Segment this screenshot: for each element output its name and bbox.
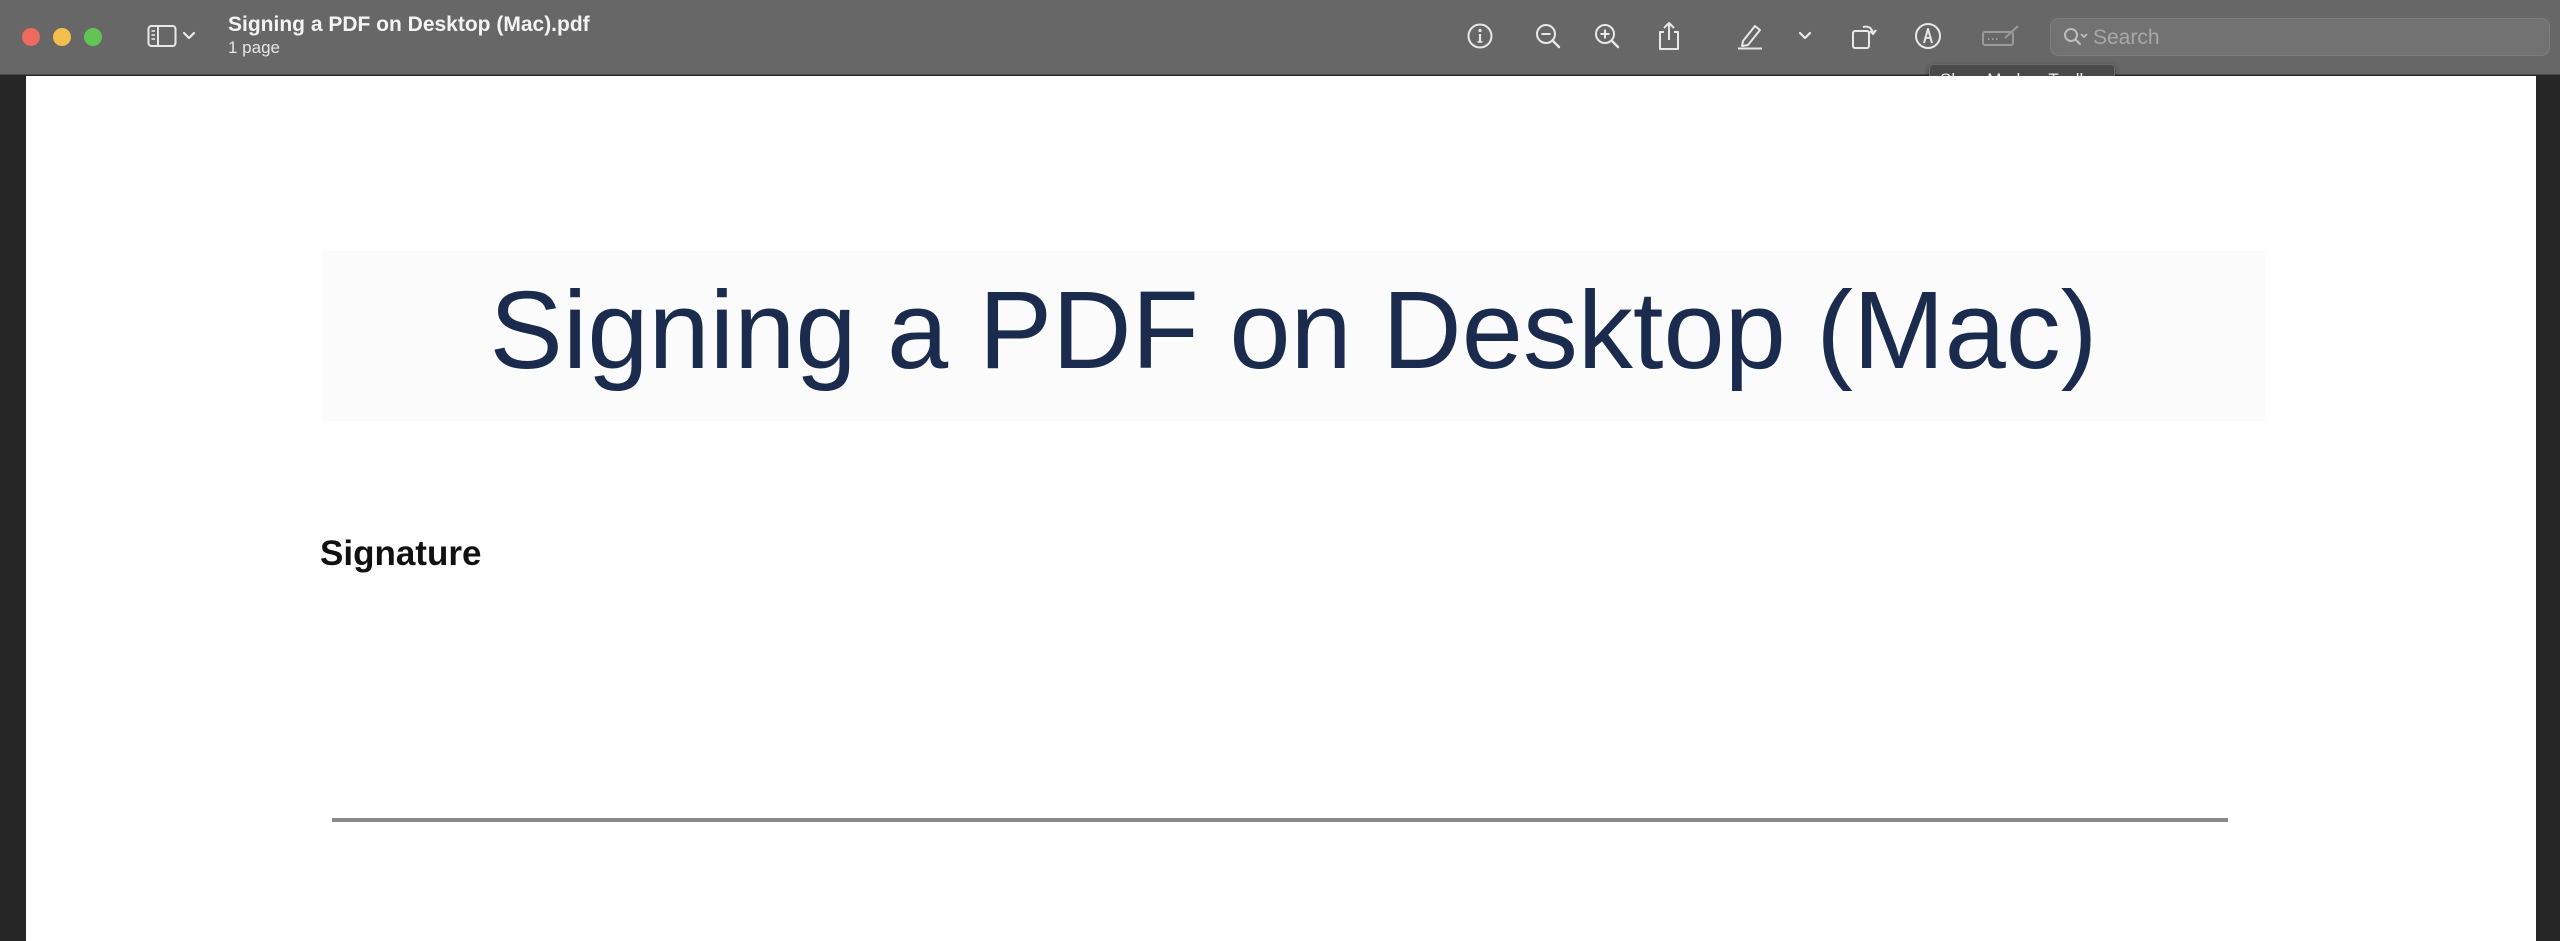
zoom-out-icon: [1536, 24, 1561, 49]
chevron-down-icon: [182, 31, 196, 40]
markup-pen-icon: [1915, 23, 1941, 49]
highlight-button[interactable]: [1730, 16, 1770, 56]
zoom-out-button[interactable]: [1528, 16, 1568, 56]
search-field[interactable]: [2050, 18, 2550, 56]
info-icon: [1467, 23, 1493, 49]
pdf-page[interactable]: Signing a PDF on Desktop (Mac) Signature: [26, 76, 2536, 941]
search-input[interactable]: [2091, 23, 2535, 53]
close-window-button[interactable]: [22, 28, 40, 46]
markup-button[interactable]: [1908, 16, 1948, 56]
search-icon: [2064, 28, 2088, 46]
highlight-menu-button[interactable]: [1793, 16, 1817, 56]
toolbar: Signing a PDF on Desktop (Mac).pdf 1 pag…: [0, 0, 2560, 96]
chevron-down-icon: [1798, 31, 1812, 40]
sidebar-toggle-button[interactable]: [142, 16, 182, 56]
share-icon: [1659, 22, 1679, 50]
zoom-in-button[interactable]: [1587, 16, 1627, 56]
document-title: Signing a PDF on Desktop (Mac).pdf: [228, 13, 590, 36]
highlighter-icon: [1738, 25, 1762, 50]
info-button[interactable]: [1460, 16, 1500, 56]
page-count: 1 page: [228, 38, 280, 57]
maximize-window-button[interactable]: [84, 28, 102, 46]
minimize-window-button[interactable]: [53, 28, 71, 46]
signature-label: Signature: [320, 534, 482, 573]
zoom-in-icon: [1595, 24, 1620, 49]
sidebar-icon: [147, 25, 177, 47]
heading-banner: Signing a PDF on Desktop (Mac): [322, 251, 2265, 421]
form-filling-button[interactable]: [1979, 16, 2023, 56]
form-fill-icon: [1982, 25, 2019, 46]
rotate-icon: [1852, 25, 1877, 49]
document-heading: Signing a PDF on Desktop (Mac): [489, 269, 2098, 392]
share-button[interactable]: [1649, 16, 1689, 56]
preview-window: Signing a PDF on Desktop (Mac).pdf 1 pag…: [0, 0, 2560, 941]
view-menu-button[interactable]: [177, 16, 201, 56]
signature-line[interactable]: [332, 818, 2228, 822]
rotate-button[interactable]: [1844, 16, 1884, 56]
